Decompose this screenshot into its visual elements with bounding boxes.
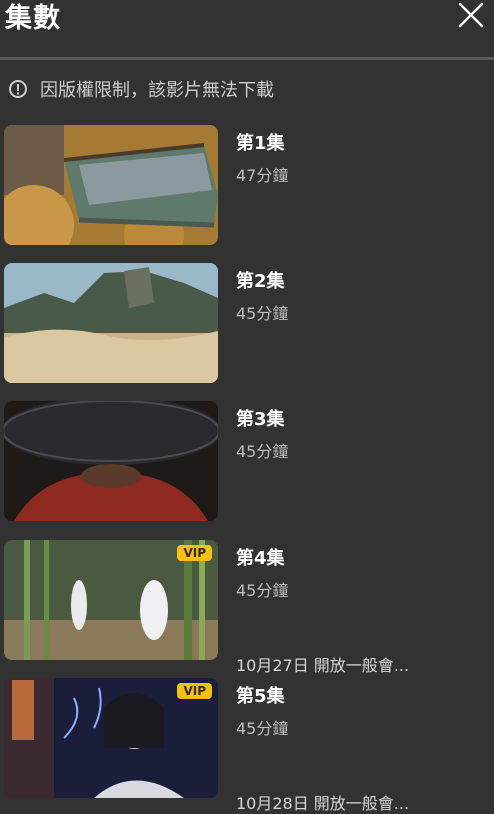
- episode-title: 第4集: [236, 548, 285, 569]
- episode-thumbnail: VIP: [4, 678, 218, 798]
- vip-badge: VIP: [177, 683, 212, 699]
- episode-title: 第3集: [236, 409, 285, 430]
- notice-text: 因版權限制，該影片無法下載: [40, 80, 274, 101]
- page-title: 集數: [5, 3, 61, 34]
- episode-duration: 45分鐘: [236, 581, 289, 600]
- episode-item-5[interactable]: VIP 第5集 45分鐘 10月28日 開放一般會...: [0, 678, 494, 813]
- episode-thumbnail: [4, 401, 218, 521]
- episode-duration: 47分鐘: [236, 166, 289, 185]
- episode-duration: 45分鐘: [236, 442, 289, 461]
- close-icon[interactable]: [456, 0, 486, 30]
- episode-item-4[interactable]: VIP 第4集 45分鐘 10月27日 開放一般會...: [0, 540, 494, 675]
- episode-thumbnail: [4, 125, 218, 245]
- episode-title: 第1集: [236, 133, 285, 154]
- episode-title: 第5集: [236, 686, 285, 707]
- episode-release-note: 10月27日 開放一般會...: [236, 656, 410, 675]
- header: 集數: [0, 0, 494, 58]
- vip-badge: VIP: [177, 545, 212, 561]
- episode-title: 第2集: [236, 271, 285, 292]
- episode-duration: 45分鐘: [236, 719, 289, 738]
- exclamation-circle-icon: [8, 79, 28, 99]
- episode-duration: 45分鐘: [236, 304, 289, 323]
- episode-item-1[interactable]: 第1集 47分鐘: [0, 125, 494, 247]
- episode-item-3[interactable]: 第3集 45分鐘: [0, 401, 494, 523]
- download-restriction-notice: 因版權限制，該影片無法下載: [8, 76, 274, 102]
- episode-item-2[interactable]: 第2集 45分鐘: [0, 263, 494, 385]
- episode-thumbnail: [4, 263, 218, 383]
- header-divider: [0, 57, 494, 60]
- episode-thumbnail: VIP: [4, 540, 218, 660]
- episode-release-note: 10月28日 開放一般會...: [236, 794, 410, 813]
